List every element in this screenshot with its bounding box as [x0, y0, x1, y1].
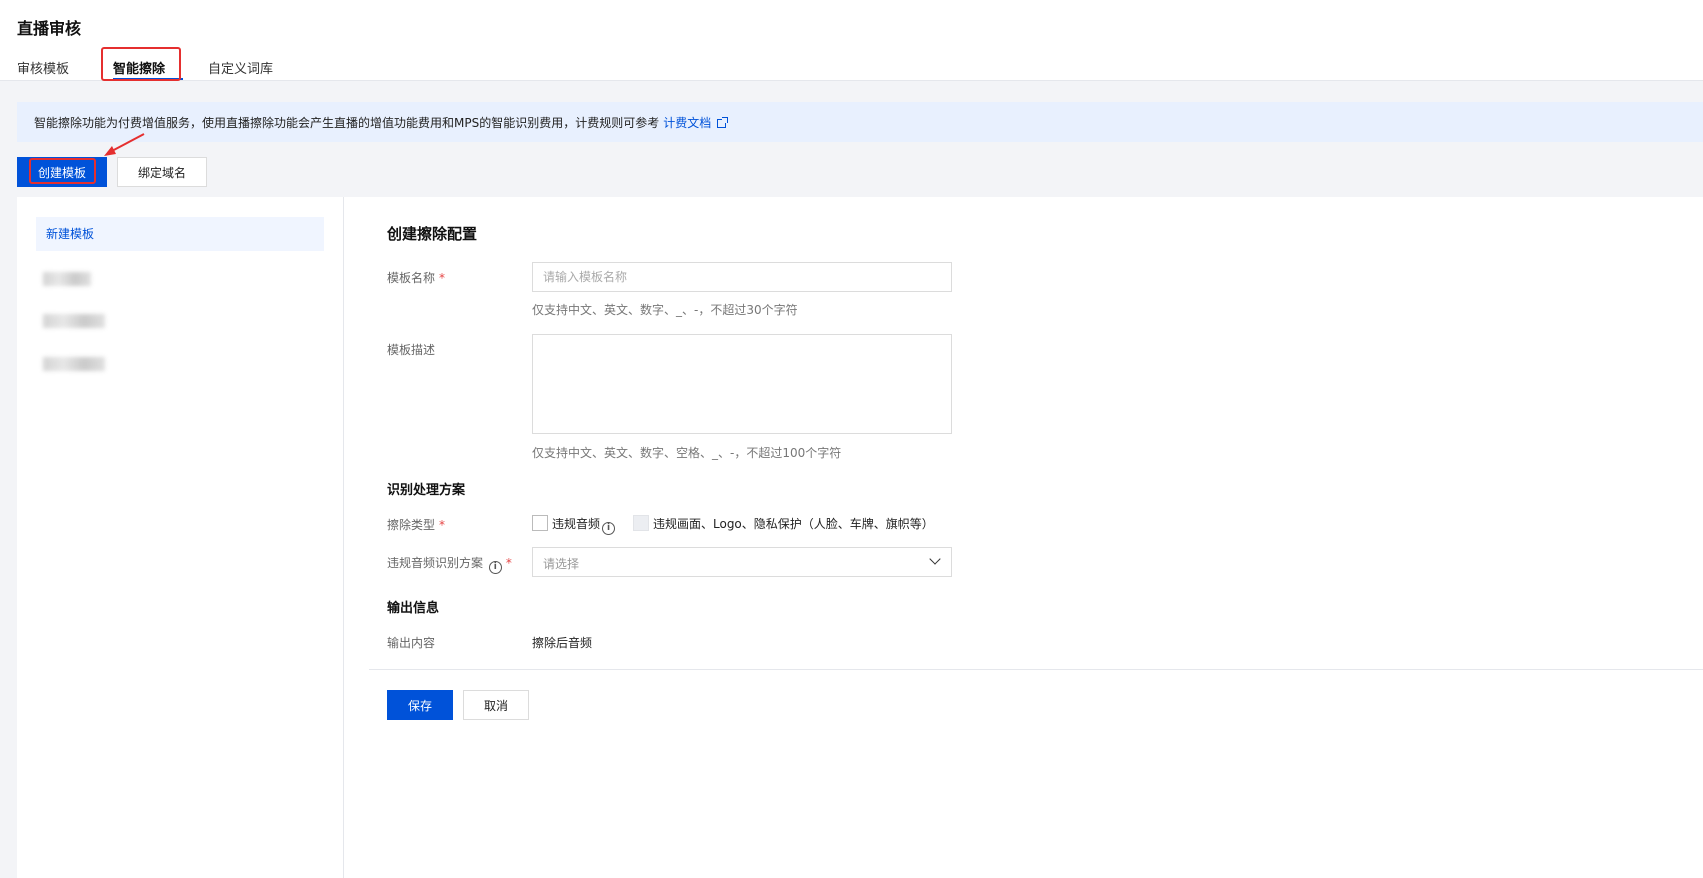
create-button-highlight-box [29, 158, 96, 184]
info-icon[interactable]: i [488, 561, 502, 574]
form-title: 创建擦除配置 [387, 225, 478, 243]
template-name-label: 模板名称 * [387, 271, 446, 285]
template-desc-hint: 仅支持中文、英文、数字、空格、_、-，不超过100个字符 [532, 446, 842, 460]
form-divider [369, 669, 1703, 670]
template-name-hint: 仅支持中文、英文、数字、_、-，不超过30个字符 [532, 303, 798, 317]
required-mark: * [439, 518, 446, 532]
output-section-title: 输出信息 [387, 601, 440, 616]
cancel-button[interactable]: 取消 [463, 690, 529, 720]
sidebar-item-redacted[interactable] [43, 272, 91, 286]
template-name-input[interactable] [532, 262, 952, 292]
template-sidebar: 新建模板 [17, 197, 344, 878]
audio-scheme-label: 违规音频识别方案 i * [387, 556, 512, 574]
audio-scheme-select[interactable]: 请选择 [532, 547, 952, 577]
erase-type-label: 擦除类型 * [387, 518, 446, 532]
required-mark: * [439, 271, 446, 285]
billing-doc-link[interactable]: 计费文档 [663, 116, 711, 130]
notice-text: 智能擦除功能为付费增值服务，使用直播擦除功能会产生直播的增值功能费用和MPS的智… [34, 116, 660, 130]
template-desc-label: 模板描述 [387, 343, 436, 357]
template-desc-textarea[interactable] [532, 334, 952, 434]
billing-notice: 智能擦除功能为付费增值服务，使用直播擦除功能会产生直播的增值功能费用和MPS的智… [17, 102, 1703, 142]
bind-domain-button[interactable]: 绑定域名 [117, 157, 207, 187]
recognition-section-title: 识别处理方案 [387, 483, 466, 498]
sidebar-item-redacted[interactable] [43, 314, 105, 328]
audio-violation-option: 违规音频 i [552, 515, 616, 535]
audio-scheme-placeholder: 请选择 [543, 557, 580, 571]
annotation-arrow-icon [104, 133, 145, 156]
tab-review-template[interactable]: 审核模板 [17, 58, 69, 77]
visual-violation-option: 违规画面、Logo、隐私保护（人脸、车牌、旗帜等） [653, 517, 934, 531]
page-title: 直播审核 [17, 19, 82, 38]
audio-violation-checkbox[interactable] [532, 515, 548, 531]
sidebar-item-redacted[interactable] [43, 357, 105, 371]
save-button[interactable]: 保存 [387, 690, 453, 720]
tab-highlight-box [101, 47, 181, 81]
output-content-label: 输出内容 [387, 636, 436, 650]
sidebar-item-new-template[interactable]: 新建模板 [36, 217, 324, 251]
output-content-value: 擦除后音频 [532, 636, 593, 650]
visual-violation-checkbox[interactable] [633, 515, 649, 531]
chevron-down-icon [929, 553, 941, 565]
header: 直播审核 审核模板 智能擦除 自定义词库 [0, 0, 1703, 81]
info-icon[interactable]: i [602, 522, 616, 535]
external-link-icon [717, 117, 729, 128]
tab-custom-lexicon[interactable]: 自定义词库 [208, 58, 273, 77]
main-panel: 新建模板 创建擦除配置 模板名称* 仅支持中文、英文、数字、_、-，不超过30个… [17, 197, 1703, 878]
required-mark: * [505, 556, 512, 570]
